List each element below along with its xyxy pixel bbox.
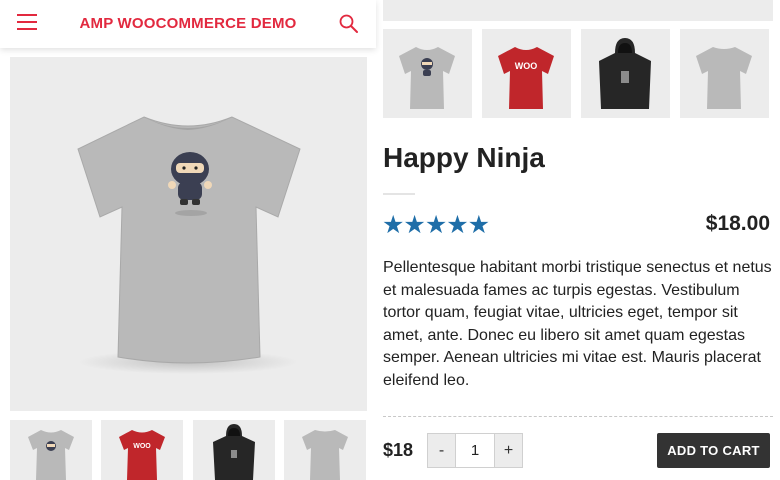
quantity-increase-button[interactable]: +	[494, 434, 522, 467]
quantity-input[interactable]	[456, 434, 494, 467]
quantity-stepper: - +	[427, 433, 523, 468]
svg-text:WOO: WOO	[515, 61, 538, 71]
search-icon[interactable]	[338, 13, 360, 35]
grey-tshirt-back-thumbnail[interactable]	[284, 420, 366, 480]
site-title[interactable]: AMP WOOCOMMERCE DEMO	[0, 15, 376, 32]
title-divider	[383, 193, 415, 195]
grey-tshirt-back-thumbnail[interactable]	[680, 29, 769, 118]
grey-tshirt-ninja-thumbnail[interactable]	[10, 420, 92, 480]
black-hoodie-ninja-thumbnail[interactable]	[581, 29, 670, 118]
product-description: Pellentesque habitant morbi tristique se…	[383, 259, 772, 389]
section-divider	[383, 416, 773, 417]
product-price: $18.00	[705, 212, 770, 235]
cart-price: $18	[383, 440, 414, 460]
grey-tshirt-ninja-thumbnail[interactable]	[383, 29, 472, 118]
svg-text:WOO: WOO	[133, 443, 151, 450]
product-title: Happy Ninja	[383, 142, 545, 173]
image-placeholder-strip	[383, 0, 773, 21]
quantity-decrease-button[interactable]: -	[428, 434, 456, 467]
red-tshirt-woo-thumbnail[interactable]: WOO	[101, 420, 183, 480]
product-main-image[interactable]	[10, 57, 367, 411]
red-tshirt-woo-thumbnail[interactable]: WOO	[482, 29, 571, 118]
site-header: AMP WOOCOMMERCE DEMO	[0, 0, 376, 48]
star-rating: ★★★★★	[382, 211, 490, 239]
right-panel: WOO Happy Ninja ★★★★★ $18.00 Pellentesqu…	[376, 0, 780, 480]
left-panel: AMP WOOCOMMERCE DEMO WOO	[0, 0, 376, 480]
add-to-cart-button[interactable]: ADD TO CART	[657, 433, 770, 468]
thumbnail-row: WOO	[10, 420, 367, 480]
black-hoodie-ninja-thumbnail[interactable]	[193, 420, 275, 480]
